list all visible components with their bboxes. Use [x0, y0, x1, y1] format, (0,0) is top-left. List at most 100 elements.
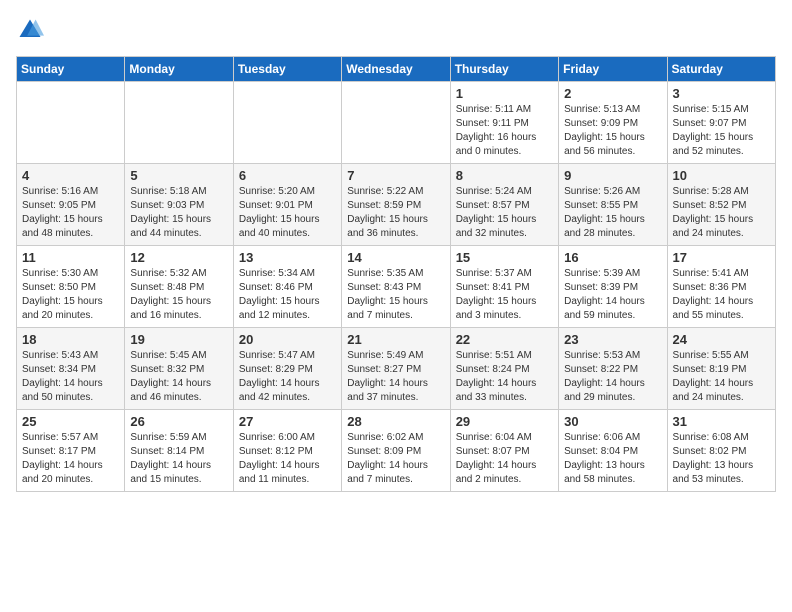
day-number: 30	[564, 414, 661, 429]
day-number: 14	[347, 250, 444, 265]
calendar-cell: 24Sunrise: 5:55 AMSunset: 8:19 PMDayligh…	[667, 328, 775, 410]
day-number: 19	[130, 332, 227, 347]
day-info: Sunrise: 5:49 AMSunset: 8:27 PMDaylight:…	[347, 349, 444, 405]
day-number: 8	[456, 168, 553, 183]
day-number: 3	[673, 86, 770, 101]
calendar-cell: 19 Sunrise: 5:45 AMSunset: 8:32 PMDayligh…	[125, 328, 233, 410]
calendar-header: SundayMondayTuesdayWednesdayThursdayFrid…	[17, 57, 776, 82]
day-info: Sunrise: 6:08 AMSunset: 8:02 PMDaylight:…	[673, 431, 770, 487]
calendar-cell: 7 Sunrise: 5:22 AMSunset: 8:59 PMDaylight…	[342, 164, 450, 246]
day-info: Sunrise: 5:35 AMSunset: 8:43 PMDaylight:…	[347, 267, 444, 323]
day-info: Sunrise: 5:24 AMSunset: 8:57 PMDaylight:…	[456, 185, 553, 241]
day-info: Sunrise: 6:06 AMSunset: 8:04 PMDaylight:…	[564, 431, 661, 487]
calendar-cell: 13 Sunrise: 5:34 AMSunset: 8:46 PMDayligh…	[233, 246, 341, 328]
calendar-cell: 29Sunrise: 6:04 AMSunset: 8:07 PMDayligh…	[450, 410, 558, 492]
day-info: Sunrise: 5:45 AMSunset: 8:32 PMDaylight:…	[130, 349, 227, 405]
calendar-cell: 25 Sunrise: 5:57 AMSunset: 8:17 PMDayligh…	[17, 410, 125, 492]
day-number: 27	[239, 414, 336, 429]
day-number: 31	[673, 414, 770, 429]
day-info: Sunrise: 5:16 AMSunset: 9:05 PMDaylight:…	[22, 185, 119, 241]
calendar-cell: 30 Sunrise: 6:06 AMSunset: 8:04 PMDayligh…	[559, 410, 667, 492]
calendar-cell: 27 Sunrise: 6:00 AMSunset: 8:12 PMDayligh…	[233, 410, 341, 492]
day-info: Sunrise: 6:04 AMSunset: 8:07 PMDaylight:…	[456, 431, 553, 487]
day-number: 6	[239, 168, 336, 183]
day-number: 23	[564, 332, 661, 347]
day-info: Sunrise: 5:39 AMSunset: 8:39 PMDaylight:…	[564, 267, 661, 323]
calendar-cell: 10 Sunrise: 5:28 AMSunset: 8:52 PMDayligh…	[667, 164, 775, 246]
day-info: Sunrise: 5:13 AMSunset: 9:09 PMDaylight:…	[564, 103, 661, 159]
day-info: Sunrise: 5:18 AMSunset: 9:03 PMDaylight:…	[130, 185, 227, 241]
calendar-cell: 11 Sunrise: 5:30 AMSunset: 8:50 PMDayligh…	[17, 246, 125, 328]
day-info: Sunrise: 5:20 AMSunset: 9:01 PMDaylight:…	[239, 185, 336, 241]
day-number: 26	[130, 414, 227, 429]
day-info: Sunrise: 6:00 AMSunset: 8:12 PMDaylight:…	[239, 431, 336, 487]
day-number: 17	[673, 250, 770, 265]
header-day: Saturday	[667, 57, 775, 82]
day-info: Sunrise: 5:26 AMSunset: 8:55 PMDaylight:…	[564, 185, 661, 241]
header-day: Wednesday	[342, 57, 450, 82]
day-info: Sunrise: 5:11 AMSunset: 9:11 PMDaylight:…	[456, 103, 553, 159]
day-info: Sunrise: 5:37 AMSunset: 8:41 PMDaylight:…	[456, 267, 553, 323]
day-info: Sunrise: 5:47 AMSunset: 8:29 PMDaylight:…	[239, 349, 336, 405]
day-number: 21	[347, 332, 444, 347]
day-info: Sunrise: 5:55 AMSunset: 8:19 PMDaylight:…	[673, 349, 770, 405]
day-number: 1	[456, 86, 553, 101]
day-info: Sunrise: 5:51 AMSunset: 8:24 PMDaylight:…	[456, 349, 553, 405]
day-info: Sunrise: 6:02 AMSunset: 8:09 PMDaylight:…	[347, 431, 444, 487]
header-row: SundayMondayTuesdayWednesdayThursdayFrid…	[17, 57, 776, 82]
calendar-week-row: 25 Sunrise: 5:57 AMSunset: 8:17 PMDayligh…	[17, 410, 776, 492]
day-number: 20	[239, 332, 336, 347]
calendar-cell: 5 Sunrise: 5:18 AMSunset: 9:03 PMDaylight…	[125, 164, 233, 246]
calendar-cell: 6 Sunrise: 5:20 AMSunset: 9:01 PMDaylight…	[233, 164, 341, 246]
day-number: 13	[239, 250, 336, 265]
calendar-cell: 9 Sunrise: 5:26 AMSunset: 8:55 PMDaylight…	[559, 164, 667, 246]
calendar-cell: 21 Sunrise: 5:49 AMSunset: 8:27 PMDayligh…	[342, 328, 450, 410]
day-number: 18	[22, 332, 119, 347]
day-info: Sunrise: 5:53 AMSunset: 8:22 PMDaylight:…	[564, 349, 661, 405]
day-number: 9	[564, 168, 661, 183]
calendar-cell: 3 Sunrise: 5:15 AMSunset: 9:07 PMDaylight…	[667, 82, 775, 164]
header-day: Tuesday	[233, 57, 341, 82]
calendar-cell: 8 Sunrise: 5:24 AMSunset: 8:57 PMDaylight…	[450, 164, 558, 246]
calendar-body: 1 Sunrise: 5:11 AMSunset: 9:11 PMDaylight…	[17, 82, 776, 492]
logo-icon	[16, 16, 44, 44]
day-number: 28	[347, 414, 444, 429]
calendar-cell	[17, 82, 125, 164]
day-info: Sunrise: 5:57 AMSunset: 8:17 PMDaylight:…	[22, 431, 119, 487]
calendar-cell: 17 Sunrise: 5:41 AMSunset: 8:36 PMDayligh…	[667, 246, 775, 328]
calendar-cell	[125, 82, 233, 164]
day-info: Sunrise: 5:15 AMSunset: 9:07 PMDaylight:…	[673, 103, 770, 159]
calendar-cell: 4Sunrise: 5:16 AMSunset: 9:05 PMDaylight…	[17, 164, 125, 246]
day-number: 25	[22, 414, 119, 429]
day-number: 15	[456, 250, 553, 265]
day-info: Sunrise: 5:34 AMSunset: 8:46 PMDaylight:…	[239, 267, 336, 323]
day-number: 7	[347, 168, 444, 183]
day-info: Sunrise: 5:59 AMSunset: 8:14 PMDaylight:…	[130, 431, 227, 487]
calendar-cell: 16 Sunrise: 5:39 AMSunset: 8:39 PMDayligh…	[559, 246, 667, 328]
day-number: 11	[22, 250, 119, 265]
day-info: Sunrise: 5:41 AMSunset: 8:36 PMDaylight:…	[673, 267, 770, 323]
day-info: Sunrise: 5:30 AMSunset: 8:50 PMDaylight:…	[22, 267, 119, 323]
calendar-week-row: 1 Sunrise: 5:11 AMSunset: 9:11 PMDaylight…	[17, 82, 776, 164]
calendar-cell: 28 Sunrise: 6:02 AMSunset: 8:09 PMDayligh…	[342, 410, 450, 492]
day-number: 22	[456, 332, 553, 347]
day-info: Sunrise: 5:32 AMSunset: 8:48 PMDaylight:…	[130, 267, 227, 323]
day-info: Sunrise: 5:43 AMSunset: 8:34 PMDaylight:…	[22, 349, 119, 405]
logo	[16, 16, 48, 44]
day-info: Sunrise: 5:28 AMSunset: 8:52 PMDaylight:…	[673, 185, 770, 241]
page-header	[16, 16, 776, 44]
day-number: 5	[130, 168, 227, 183]
day-info: Sunrise: 5:22 AMSunset: 8:59 PMDaylight:…	[347, 185, 444, 241]
header-day: Thursday	[450, 57, 558, 82]
day-number: 16	[564, 250, 661, 265]
day-number: 10	[673, 168, 770, 183]
calendar-cell: 22 Sunrise: 5:51 AMSunset: 8:24 PMDayligh…	[450, 328, 558, 410]
header-day: Monday	[125, 57, 233, 82]
calendar-cell	[342, 82, 450, 164]
calendar-cell: 31 Sunrise: 6:08 AMSunset: 8:02 PMDayligh…	[667, 410, 775, 492]
calendar-cell: 26 Sunrise: 5:59 AMSunset: 8:14 PMDayligh…	[125, 410, 233, 492]
calendar-week-row: 4Sunrise: 5:16 AMSunset: 9:05 PMDaylight…	[17, 164, 776, 246]
header-day: Friday	[559, 57, 667, 82]
calendar-cell: 12Sunrise: 5:32 AMSunset: 8:48 PMDayligh…	[125, 246, 233, 328]
calendar-cell: 2Sunrise: 5:13 AMSunset: 9:09 PMDaylight…	[559, 82, 667, 164]
